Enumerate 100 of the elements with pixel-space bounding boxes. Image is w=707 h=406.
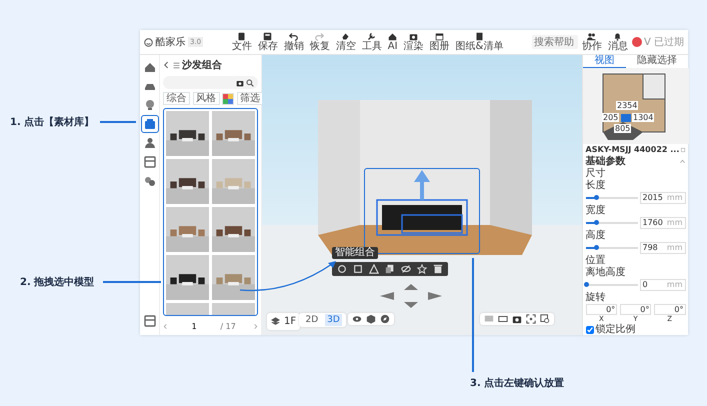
box-icon — [144, 118, 156, 130]
number-field[interactable]: 798 mm — [640, 242, 686, 254]
hide-icon — [401, 264, 411, 274]
lamp-icon — [144, 99, 156, 111]
field-label: 高度 — [586, 230, 606, 241]
unit-label: mm — [666, 280, 682, 290]
toolbar-button[interactable]: 保存 — [256, 32, 280, 52]
cabinet-icon — [144, 315, 156, 327]
toolbar-button[interactable] — [352, 314, 362, 324]
annotation-label: 3. 点击左键确认放置 — [470, 376, 564, 391]
chevron-right-icon — [252, 323, 258, 330]
rotation-field[interactable]: 0° — [654, 304, 686, 315]
dimension-label: 2354 — [616, 101, 638, 110]
toolbar-button[interactable] — [540, 314, 550, 324]
up-arrow-icon — [414, 170, 430, 200]
toolbar-button[interactable] — [366, 314, 376, 324]
chevron-left-icon — [163, 323, 168, 330]
filter-button[interactable]: 筛选 — [236, 92, 264, 105]
warning-icon — [369, 264, 379, 274]
category-title[interactable]: 沙发组合 — [182, 58, 222, 73]
color-filter[interactable] — [222, 92, 234, 104]
field-label: 宽度 — [586, 205, 606, 216]
number-field[interactable]: 2015 mm — [640, 192, 686, 204]
sidebar-item[interactable] — [142, 116, 158, 132]
unit-label: mm — [666, 193, 682, 203]
slider-thumb[interactable] — [594, 220, 599, 225]
cube-icon — [366, 314, 376, 324]
slider-thumb[interactable] — [594, 195, 599, 200]
floor-label: 1F — [284, 315, 296, 329]
field-value: 1760 — [642, 218, 663, 228]
floor-plan-minimap[interactable]: 2354 205 1304 805 — [583, 68, 689, 144]
toolbar-button[interactable]: 渲染 — [402, 32, 426, 52]
field-label: 长度 — [586, 180, 606, 191]
toolbar-button[interactable]: 图纸&清单 — [454, 32, 506, 52]
unit-label: mm — [666, 243, 682, 253]
search-box[interactable] — [163, 76, 258, 89]
file-icon — [237, 32, 246, 41]
field-label: 离地高度 — [586, 267, 626, 278]
leader-line — [100, 121, 136, 122]
dimension-label: 1304 — [632, 113, 654, 122]
direction-pad-drawing — [380, 284, 442, 308]
logo-text: 酷家乐 — [156, 36, 186, 50]
tooltip: 智能组合 — [332, 247, 378, 259]
toolbar-button[interactable] — [433, 264, 443, 274]
model-name: ASKY-MSJJ 440022 ... — [586, 144, 680, 155]
field-value: 798 — [642, 243, 658, 253]
focus-icon — [526, 314, 536, 324]
undo-icon — [289, 32, 298, 41]
redo-icon — [315, 32, 324, 41]
logo-icon — [144, 38, 153, 46]
rotation-field[interactable]: 0° — [586, 304, 618, 315]
toolbar-button[interactable] — [385, 264, 395, 274]
rotation-field[interactable]: 0° — [620, 304, 652, 315]
filter-dropdown[interactable]: 风格 — [192, 92, 220, 105]
view-mode-tab[interactable]: 2D — [303, 314, 321, 326]
toolbar-button[interactable]: 协作 — [580, 32, 604, 52]
toolbar-button[interactable] — [526, 314, 536, 324]
document-icon — [474, 32, 484, 41]
floor-selector[interactable]: 1F — [267, 313, 300, 330]
toolbar-button[interactable]: 撤销 — [282, 32, 306, 52]
list-icon — [172, 62, 180, 69]
dimension-label: 805 — [614, 124, 631, 133]
slider-thumb[interactable] — [584, 282, 588, 287]
page-total: / 17 — [220, 321, 236, 333]
house-icon — [388, 32, 398, 41]
toolbar-button[interactable]: AI — [386, 32, 400, 52]
edit-icon — [681, 146, 686, 152]
field-label: 旋转 — [586, 292, 606, 303]
color-swatch-icon — [223, 94, 233, 104]
checkbox-label: 锁定比例 — [596, 324, 636, 335]
view-mode-tab[interactable]: 3D — [324, 314, 342, 326]
avatar-icon — [632, 37, 642, 47]
toolbar-button[interactable]: 图册 — [428, 32, 452, 52]
bell-icon — [613, 32, 622, 41]
dimension-label: 205 — [602, 113, 619, 122]
house-icon — [144, 61, 156, 73]
checkbox[interactable] — [586, 326, 594, 334]
filter-dropdown[interactable]: 综合 — [163, 92, 190, 105]
toolbar-button[interactable]: 文件 — [230, 32, 254, 52]
toolbar-button[interactable] — [512, 314, 522, 324]
screen-icon — [484, 314, 494, 324]
group-label: 位置 — [586, 255, 606, 266]
toolbar-button[interactable] — [380, 314, 390, 324]
number-field[interactable]: 1760 mm — [640, 217, 686, 229]
toolbar-button[interactable]: 恢复 — [308, 32, 332, 52]
person-icon — [144, 137, 156, 149]
sidebar-item[interactable] — [142, 154, 158, 170]
group-label: 尺寸 — [586, 168, 606, 179]
layers-icon — [271, 317, 280, 326]
toolbar-button[interactable]: 消息 — [606, 32, 630, 52]
toolbar-button[interactable]: 清空 — [334, 32, 358, 52]
people-icon — [587, 32, 596, 41]
slider-thumb[interactable] — [594, 245, 599, 250]
section-heading: 基础参数 — [586, 156, 626, 167]
camera-icon — [236, 78, 244, 86]
search-field[interactable]: 搜索帮助 — [532, 35, 578, 49]
number-field[interactable]: 0 mm — [640, 279, 686, 291]
toolbar-button[interactable]: 工具 — [360, 32, 384, 52]
panel-tab[interactable]: 视图 — [583, 55, 626, 68]
sidebar-item[interactable] — [142, 313, 158, 329]
